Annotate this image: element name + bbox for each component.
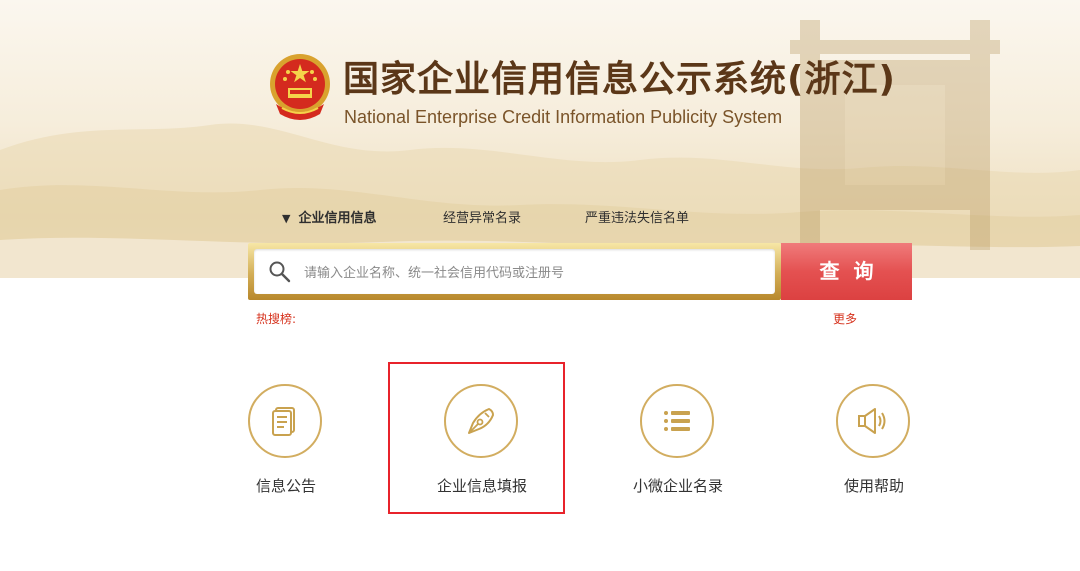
feature-label: 使用帮助 [843, 477, 904, 495]
speaker-icon [858, 408, 886, 434]
nav-item-serious-violation-list[interactable]: 严重违法失信名单 [585, 209, 689, 229]
feature-label: 小微企业名录 [632, 477, 723, 495]
search-input[interactable] [302, 259, 766, 287]
header-banner: 国家企业信用信息公示系统(浙江) National Enterprise Cre… [0, 0, 1080, 278]
site-subtitle: National Enterprise Credit Information P… [344, 107, 783, 127]
feature-label: 信息公告 [255, 477, 316, 495]
search-icon [269, 261, 291, 283]
nav-item-enterprise-credit[interactable]: ▼ 企业信用信息 [282, 209, 376, 229]
feature-icon-circle [640, 384, 714, 458]
feature-icon-circle [836, 384, 910, 458]
hot-search-label: 热搜榜: [256, 312, 297, 326]
nav-item-abnormal-list[interactable]: 经营异常名录 [443, 209, 521, 229]
search-box [248, 243, 781, 300]
feature-small-micro-list[interactable]: 小微企业名录 [598, 380, 758, 510]
feature-usage-help[interactable]: 使用帮助 [794, 380, 954, 510]
site-title: 国家企业信用信息公示系统(浙江) [343, 59, 896, 100]
mountain-background [0, 20, 1080, 278]
search-button[interactable]: 查询 [781, 243, 912, 300]
list-icon [664, 411, 690, 431]
caret-down-icon: ▼ [282, 212, 291, 225]
feature-info-announcement[interactable]: 信息公告 [206, 380, 366, 510]
feature-label: 企业信息填报 [436, 477, 527, 495]
more-link[interactable]: 更多 [833, 311, 857, 327]
feature-icon-circle [248, 384, 322, 458]
nav-item-label: 企业信用信息 [298, 211, 377, 226]
feature-enterprise-info-report[interactable]: 企业信息填报 [402, 380, 562, 510]
feature-icon-circle [444, 384, 518, 458]
search-field [254, 249, 775, 294]
document-icon [272, 407, 295, 436]
national-emblem-icon [270, 54, 330, 120]
pen-icon [468, 408, 494, 434]
